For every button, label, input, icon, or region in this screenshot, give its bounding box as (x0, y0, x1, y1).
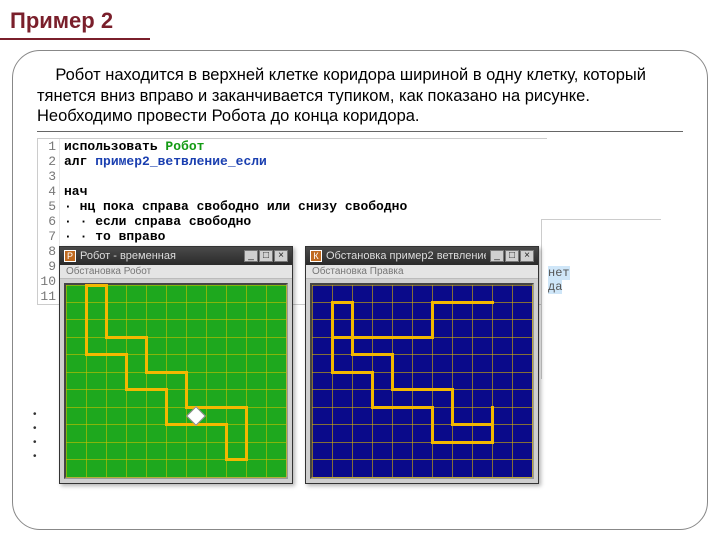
env-icon: К (310, 250, 322, 262)
menubar-blue: Обстановка Правка (306, 265, 538, 279)
content-frame: Робот находится в верхней клетке коридор… (12, 50, 708, 530)
maximize-button[interactable]: □ (259, 250, 273, 262)
grid-blue (312, 285, 532, 477)
slide-bullets (33, 408, 37, 464)
robot-window-green: Р Робот - временная _ □ × Обстановка Роб… (59, 246, 293, 484)
divider (37, 131, 683, 132)
task-description: Робот находится в верхней клетке коридор… (37, 65, 683, 127)
menubar-green: Обстановка Робот (60, 265, 292, 279)
titlebar-green: Р Робот - временная _ □ × (60, 247, 292, 265)
slide-title: Пример 2 (0, 0, 150, 40)
titlebar-title-green: Робот - временная (80, 250, 240, 262)
maximize-button[interactable]: □ (505, 250, 519, 262)
minimize-button[interactable]: _ (490, 250, 504, 262)
robot-icon: Р (64, 250, 76, 262)
side-line-net: нет (548, 266, 570, 280)
robot-window-blue: К Обстановка пример2 ветвление ес… _ □ ×… (305, 246, 539, 484)
titlebar-blue: К Обстановка пример2 ветвление ес… _ □ × (306, 247, 538, 265)
close-button[interactable]: × (274, 250, 288, 262)
grid-green (66, 285, 286, 477)
side-line-da: да (548, 280, 562, 294)
minimize-button[interactable]: _ (244, 250, 258, 262)
titlebar-title-blue: Обстановка пример2 ветвление ес… (326, 250, 486, 262)
close-button[interactable]: × (520, 250, 534, 262)
side-output: нет да (541, 219, 661, 379)
